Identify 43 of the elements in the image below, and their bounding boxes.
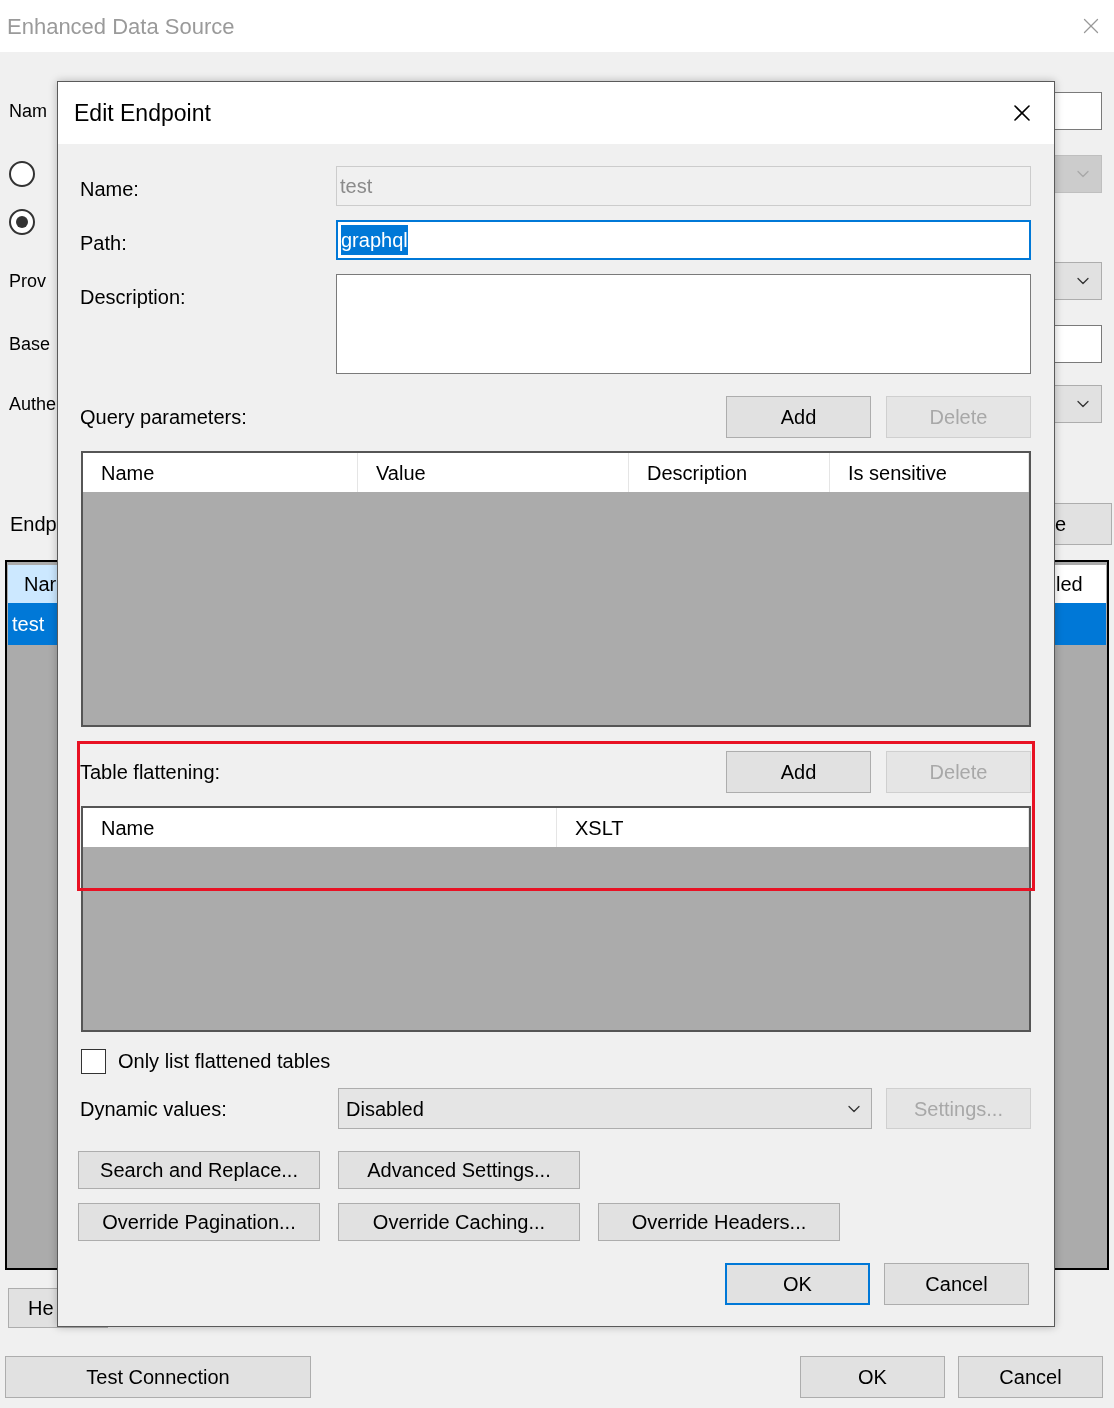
field-label: Authe bbox=[9, 392, 57, 416]
section-label: Table flattening: bbox=[80, 760, 221, 785]
test-connection-button[interactable]: Test Connection bbox=[5, 1356, 311, 1398]
action-button[interactable]: Advanced Settings... bbox=[338, 1151, 580, 1189]
text-field[interactable] bbox=[1055, 325, 1102, 363]
window-title: Enhanced Data Source bbox=[7, 12, 235, 41]
text-field[interactable] bbox=[1055, 92, 1102, 130]
add-button[interactable]: Add bbox=[726, 396, 871, 438]
cancel-button[interactable]: Cancel bbox=[884, 1263, 1029, 1305]
action-button[interactable]: Override Headers... bbox=[598, 1203, 840, 1241]
cancel-button[interactable]: Cancel bbox=[958, 1356, 1103, 1398]
field-label: Dynamic values: bbox=[80, 1096, 228, 1122]
field-label: Prov bbox=[9, 269, 46, 293]
action-button[interactable]: Override Caching... bbox=[338, 1203, 580, 1241]
column-header[interactable]: Is sensitive bbox=[830, 453, 1029, 492]
ok-button[interactable]: OK bbox=[725, 1263, 870, 1305]
field-label: Nam bbox=[9, 99, 47, 123]
action-button[interactable]: Override Pagination... bbox=[78, 1203, 320, 1241]
checkbox-label: Only list flattened tables bbox=[118, 1049, 331, 1074]
table-button[interactable]: e bbox=[1055, 503, 1112, 545]
ok-button[interactable]: OK bbox=[800, 1356, 945, 1398]
radio-button[interactable] bbox=[9, 209, 35, 235]
column-header[interactable]: led bbox=[1056, 565, 1106, 603]
radio-button[interactable] bbox=[9, 161, 35, 187]
section-label: Query parameters: bbox=[80, 405, 247, 430]
column-header[interactable]: Name bbox=[83, 453, 358, 492]
dialog-title: Edit Endpoint bbox=[74, 98, 211, 128]
field-label: Base bbox=[9, 332, 51, 356]
checkbox[interactable] bbox=[81, 1048, 106, 1074]
column-header[interactable]: XSLT bbox=[557, 808, 1029, 847]
field-label: Description: bbox=[80, 285, 187, 310]
section-label: Endp bbox=[10, 513, 57, 535]
column-header[interactable]: Description bbox=[629, 453, 830, 492]
add-button[interactable]: Add bbox=[726, 751, 871, 793]
column-header[interactable]: Nar bbox=[8, 565, 58, 603]
text-area[interactable] bbox=[336, 274, 1031, 374]
field-label: Name: bbox=[80, 177, 140, 202]
column-header[interactable]: Value bbox=[358, 453, 629, 492]
text-field[interactable]: graphql bbox=[336, 220, 1031, 260]
action-button[interactable]: Search and Replace... bbox=[78, 1151, 320, 1189]
field-label: Path: bbox=[80, 231, 128, 256]
dropdown[interactable]: Disabled bbox=[338, 1088, 872, 1129]
column-header[interactable]: Name bbox=[83, 808, 557, 847]
